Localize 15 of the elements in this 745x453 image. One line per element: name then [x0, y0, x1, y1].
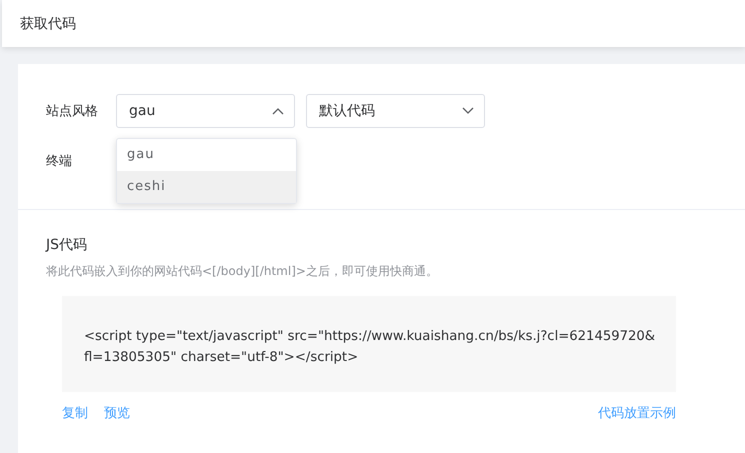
code-text: <script type="text/javascript" src="https://www.kuaishang.cn/bs/ks.j?cl=621459720&fl=13805305" charset="utf-8"></script> — [84, 328, 656, 367]
page-title: 获取代码 — [20, 14, 76, 32]
caret-icon — [462, 107, 474, 115]
example-link[interactable]: 代码放置示例 — [598, 404, 676, 422]
section-description: 将此代码嵌入到你的网站代码<[/body][/html]>之后，即可使用快商通。 — [46, 263, 439, 280]
dropdown-option[interactable]: ceshi — [117, 171, 296, 203]
action-link[interactable]: 复制 — [62, 404, 88, 422]
action-link[interactable]: 预览 — [104, 404, 130, 422]
caret-icon — [272, 107, 284, 115]
section-title: JS代码 — [46, 236, 88, 254]
dropdown-option[interactable]: gau — [117, 139, 296, 171]
select-field[interactable]: gau — [116, 94, 295, 128]
select-field[interactable]: 默认代码 — [306, 94, 485, 128]
field-label: 站点风格 — [46, 103, 99, 120]
field-label: 终端 — [46, 154, 72, 169]
